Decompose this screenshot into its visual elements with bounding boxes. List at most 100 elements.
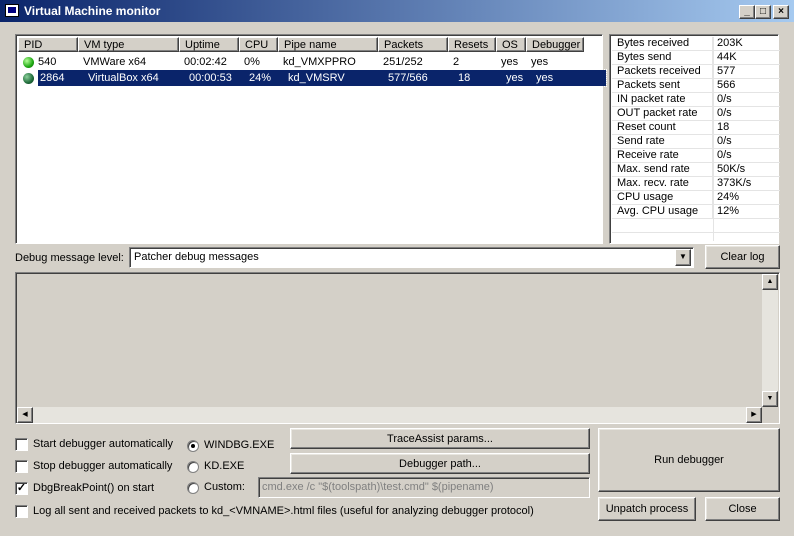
vertical-scrollbar[interactable]: ▲ ▼ [762,274,778,407]
stat-row: OUT packet rate 0/s [612,107,780,121]
column-header-debugger[interactable]: Debugger [526,37,584,52]
custom-label: Custom: [204,481,245,493]
stat-row: Avg. CPU usage 12% [612,205,780,219]
uptime-cell: 00:00:53 [189,72,232,84]
custom-command-value: cmd.exe /c "$(toolspath)\test.cmd" $(pip… [262,481,494,493]
start-auto-checkbox[interactable] [15,438,28,451]
column-header-pid[interactable]: PID [18,37,78,52]
app-icon [5,4,19,17]
column-header-cpu[interactable]: CPU [239,37,278,52]
resets-cell: 18 [458,72,471,84]
kd-label: KD.EXE [204,460,245,472]
custom-command-field[interactable]: cmd.exe /c "$(toolspath)\test.cmd" $(pip… [258,477,590,498]
stat-row: Send rate 0/s [612,135,780,149]
close-window-button[interactable]: × [773,5,789,19]
scroll-right-icon[interactable]: ▶ [746,407,762,423]
clear-log-button[interactable]: Clear log [705,245,780,269]
stat-value: 24% [717,191,740,203]
column-header-vm-type[interactable]: VM type [78,37,179,52]
packets-cell: 577/566 [388,72,428,84]
scroll-up-icon[interactable]: ▲ [762,274,778,290]
stat-row: Packets received 577 [612,65,780,79]
log-packets-label: Log all sent and received packets to kd_… [33,505,534,517]
process-list[interactable]: PID VM type Uptime CPU Pipe name Packets… [15,34,607,244]
green-status-icon [23,56,34,68]
stat-label: CPU usage [612,191,713,204]
stat-value: 0/s [717,107,732,119]
stat-row: Max. send rate 50K/s [612,163,780,177]
debugger-cell: yes [536,72,554,84]
close-button[interactable]: Close [705,497,780,521]
scroll-down-icon[interactable]: ▼ [762,391,778,407]
kd-radio[interactable] [187,461,199,473]
column-header-resets[interactable]: Resets [448,37,496,52]
os-cell: yes [501,56,519,68]
title-bar[interactable]: Virtual Machine monitor _ □ × [0,0,794,22]
table-row[interactable]: 540 VMWare x64 00:02:42 0% kd_VMXPPRO 25… [18,54,584,70]
stat-label: Max. send rate [612,163,713,176]
debugger-path-button[interactable]: Debugger path... [290,453,590,474]
stat-value: 44K [717,51,737,63]
stat-value: 12% [717,205,740,217]
windbg-radio[interactable] [187,440,199,452]
column-header-os[interactable]: OS [496,37,526,52]
stat-value: 0/s [717,135,732,147]
scroll-left-icon[interactable]: ◀ [17,407,33,423]
stat-row: Receive rate 0/s [612,149,780,163]
stats-column-divider [713,37,714,241]
unpatch-process-button[interactable]: Unpatch process [598,497,696,521]
horizontal-scrollbar[interactable]: ◀ ▶ [17,407,762,423]
window-title: Virtual Machine monitor [24,4,161,18]
stat-value: 577 [717,65,736,77]
stat-row: Reset count 18 [612,121,780,135]
dbgbreak-label: DbgBreakPoint() on start [33,482,155,494]
table-row-selected[interactable]: 2864 VirtualBox x64 00:00:53 24% kd_VMSR… [37,69,607,87]
log-area[interactable]: ▲ ▼ ◀ ▶ [15,272,780,424]
windbg-label: WINDBG.EXE [204,439,275,451]
stat-row: CPU usage 24% [612,191,780,205]
stat-label: Max. recv. rate [612,177,713,190]
stat-value: 0/s [717,149,732,161]
stat-label: Send rate [612,135,713,148]
stat-label: Avg. CPU usage [612,205,713,218]
stop-auto-checkbox[interactable] [15,460,28,473]
stat-value: 18 [717,121,730,133]
stat-value: 373K/s [717,177,752,189]
column-header-uptime[interactable]: Uptime [179,37,239,52]
maximize-button[interactable]: □ [755,5,771,19]
stat-value: 50K/s [717,163,746,175]
stat-value: 0/s [717,93,732,105]
stat-row: Packets sent 566 [612,79,780,93]
log-packets-checkbox[interactable] [15,505,28,518]
stop-auto-label: Stop debugger automatically [33,460,173,472]
debug-level-label: Debug message level: [15,252,124,264]
column-header-packets[interactable]: Packets [378,37,448,52]
minimize-button[interactable]: _ [739,5,755,19]
stat-value: 566 [717,79,736,91]
chevron-down-icon[interactable]: ▼ [675,249,691,266]
vm-type-cell: VMWare x64 [83,56,147,68]
stat-row-empty [612,219,780,233]
stat-label: Bytes send [612,51,713,64]
resets-cell: 2 [453,56,460,68]
custom-radio[interactable] [187,482,199,494]
stat-label: Receive rate [612,149,713,162]
run-debugger-button[interactable]: Run debugger [598,428,780,492]
pid-cell: 540 [38,56,57,68]
traceassist-params-button[interactable]: TraceAssist params... [290,428,590,449]
cpu-cell: 0% [244,56,260,68]
stat-value: 203K [717,37,743,49]
pipe-name-cell: kd_VMXPPRO [283,56,356,68]
start-auto-label: Start debugger automatically [33,438,174,450]
debug-level-select[interactable]: Patcher debug messages ▼ [129,247,694,268]
dbgbreak-checkbox[interactable]: ✓ [15,482,28,495]
debugger-cell: yes [531,56,549,68]
debug-level-value: Patcher debug messages [134,251,259,263]
stat-label: IN packet rate [612,93,713,106]
stat-label: Bytes received [612,37,713,50]
column-header-pipe-name[interactable]: Pipe name [278,37,378,52]
pid-cell: 2864 [40,72,65,84]
stat-row: IN packet rate 0/s [612,93,780,107]
dark-green-status-icon [23,73,34,84]
stat-label: Packets sent [612,79,713,92]
